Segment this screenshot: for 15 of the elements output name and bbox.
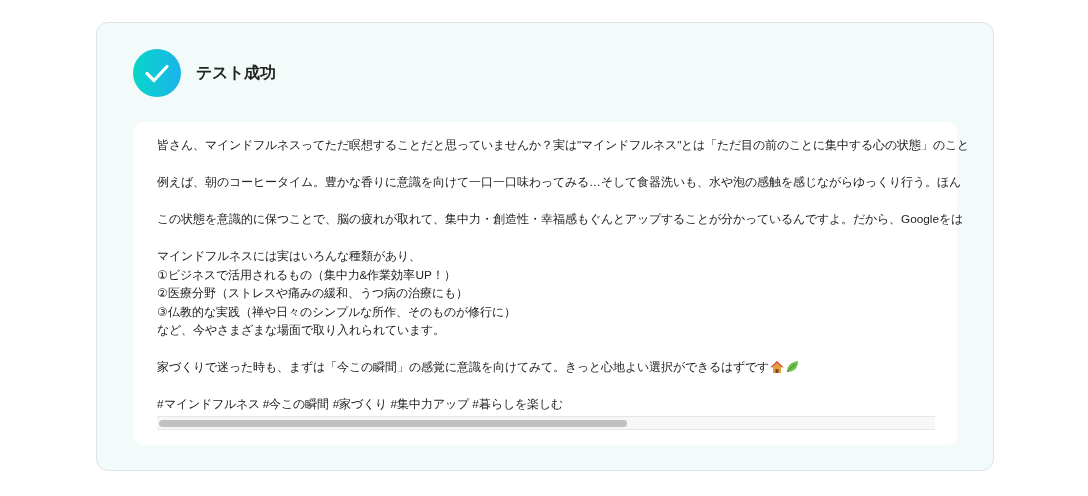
house-icon	[770, 360, 784, 374]
leaf-icon	[785, 360, 799, 374]
output-text: 家づくりで迷った時も、まずは「今この瞬間」の感覚に意識を向けてみて。きっと心地よい選択ができるはずです	[157, 358, 799, 377]
output-text: ②医療分野（ストレスや痛みの緩和、うつ病の治療にも）	[157, 285, 468, 302]
output-text: マインドフルネスには実はいろんな種類があり、	[157, 248, 421, 265]
output-text: 例えば、朝のコーヒータイム。豊かな香りに意識を向けて一口一口味わってみる…そして食器洗いも、水や泡の感触を感じながらゆっくり行う。ほん	[157, 174, 961, 191]
output-text: ①ビジネスで活用されるもの（集中力&作業効率UP！）	[157, 266, 456, 284]
output-text: この状態を意識的に保つことで、脳の疲れが取れて、集中力・創造性・幸福感もぐんとアップすることが分かっているんですよ。だから、Googleをは	[157, 211, 964, 228]
horizontal-scrollbar[interactable]	[157, 415, 935, 430]
output-text: ③仏教的な実践（禅や日々のシンプルな所作、そのものが修行に）	[157, 303, 516, 321]
output-text: 皆さん、マインドフルネスってただ瞑想することだと思っていませんか？実は"マインドフルネス"とは「ただ目の前のことに集中する心の状態」のこと	[157, 137, 970, 154]
output-text: #マインドフルネス #今この瞬間 #家づくり #集中力アップ #暮らしを楽しむ	[157, 396, 563, 413]
output-text: など、今やさまざまな場面で取り入れられています。	[157, 322, 445, 339]
check-icon	[133, 49, 181, 97]
result-title: テスト成功	[196, 62, 276, 83]
